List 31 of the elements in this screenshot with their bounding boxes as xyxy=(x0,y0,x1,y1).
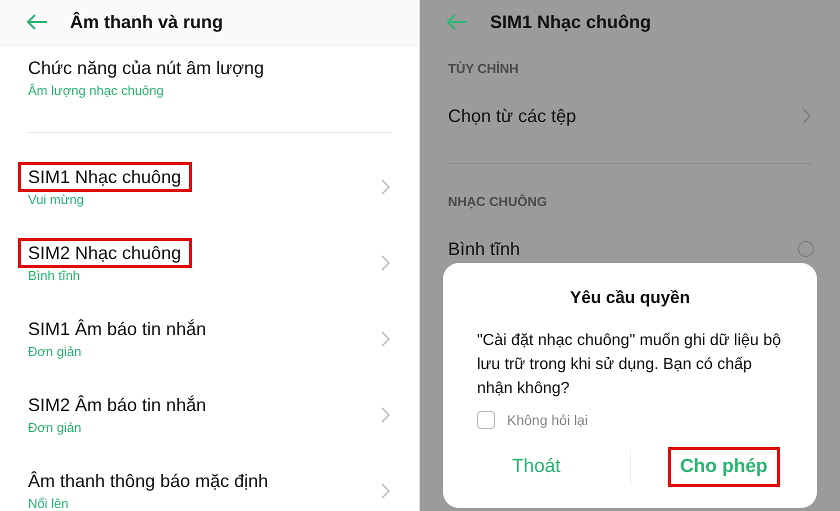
screen-title: Âm thanh và rung xyxy=(70,12,224,32)
chevron-right-icon xyxy=(381,407,391,423)
setting-value: Đơn giản xyxy=(28,343,82,361)
chevron-right-icon xyxy=(381,255,391,271)
screen-title: SIM1 Nhạc chuông xyxy=(490,12,652,32)
back-arrow-icon[interactable] xyxy=(26,14,48,30)
setting-title[interactable]: Chức năng của nút âm lượng xyxy=(18,53,276,83)
setting-title[interactable]: Âm thanh thông báo mặc định xyxy=(18,466,280,496)
setting-value: Bình tĩnh xyxy=(28,267,80,285)
setting-value: Đơn giản xyxy=(28,419,82,437)
checkbox-label[interactable]: Không hỏi lại xyxy=(507,412,588,428)
setting-title[interactable]: SIM1 Âm báo tin nhắn xyxy=(18,314,218,344)
chevron-right-icon xyxy=(381,179,391,195)
checkbox[interactable] xyxy=(477,411,495,429)
setting-title[interactable]: SIM1 Nhạc chuông xyxy=(18,162,192,192)
chevron-right-icon xyxy=(381,331,391,347)
radio-button[interactable] xyxy=(798,241,814,257)
list-item[interactable]: Bình tĩnh xyxy=(448,238,520,260)
chevron-right-icon xyxy=(381,483,391,499)
setting-title[interactable]: SIM2 Nhạc chuông xyxy=(18,238,192,268)
section-heading: NHẠC CHUÔNG xyxy=(447,193,548,211)
dialog-title: Yêu cầu quyền xyxy=(570,288,690,308)
section-heading: TÙY CHỈNH xyxy=(447,60,520,78)
list-item[interactable]: Chọn từ các tệp xyxy=(448,106,576,126)
chevron-right-icon xyxy=(802,108,812,124)
setting-value: Nổi lên xyxy=(28,495,68,511)
setting-value: Vui mừng xyxy=(28,191,84,209)
back-arrow-icon[interactable] xyxy=(446,14,468,30)
setting-title[interactable]: SIM2 Âm báo tin nhắn xyxy=(18,390,218,420)
setting-value: Âm lượng nhạc chuông xyxy=(28,82,164,100)
dialog-message: "Cài đặt nhạc chuông" muốn ghi dữ liệu bộ lưu trữ trong khi sử dụng. Bạn có chấp nhận không? xyxy=(477,331,782,399)
